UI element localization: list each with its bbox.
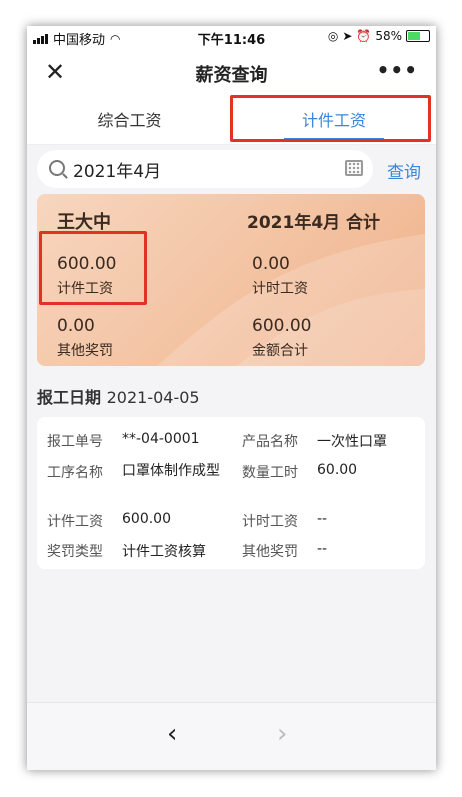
record-piecework-value: 600.00 [122, 511, 171, 527]
calendar-icon[interactable] [345, 160, 363, 176]
other-bonus-label: 其他奖罚 [57, 343, 113, 359]
quantity-hours-label: 数量工时 [242, 465, 298, 481]
search-icon [49, 160, 65, 176]
record-hourly-value: -- [317, 511, 328, 527]
product-name-value: 一次性口罩 [317, 434, 387, 450]
highlight-box-tab [230, 95, 431, 142]
quantity-hours-value: 60.00 [317, 462, 358, 478]
back-arrow-icon[interactable]: ‹ [167, 719, 177, 749]
record-other-bonus-value: -- [317, 541, 328, 557]
record-no-label: 报工单号 [47, 434, 103, 450]
record-piecework-label: 计件工资 [47, 514, 103, 530]
total-amount-value: 600.00 [252, 316, 312, 336]
record-hourly-label: 计时工资 [242, 514, 298, 530]
report-date-label: 报工日期 [37, 388, 102, 407]
forward-arrow-icon[interactable]: › [277, 719, 287, 749]
tab-comprehensive-salary[interactable]: 综合工资 [27, 98, 232, 144]
record-card[interactable]: 报工单号 **-04-0001 产品名称 一次性口罩 工序名称 口罩体制作成型 … [37, 417, 425, 569]
hourly-salary-value: 0.00 [252, 254, 290, 274]
battery-percent: 58% [375, 29, 402, 43]
bonus-type-label: 奖罚类型 [47, 544, 103, 560]
total-amount-label: 金额合计 [252, 343, 308, 359]
browser-bottom-bar: ‹ › [27, 702, 436, 770]
battery-icon [406, 30, 430, 42]
status-bar: 中国移动 ◠ 下午11:46 ◎ ➤ ⏰ 58% [27, 26, 436, 48]
report-date-heading: 报工日期 2021-04-05 [37, 384, 200, 408]
record-no-value: **-04-0001 [122, 431, 200, 447]
process-name-label: 工序名称 [47, 465, 103, 481]
query-button[interactable]: 查询 [387, 158, 421, 183]
month-input[interactable] [73, 155, 333, 183]
status-right: ◎ ➤ ⏰ 58% [328, 29, 430, 43]
page-title: 薪资查询 [195, 65, 268, 86]
rotation-lock-icon: ◎ [327, 29, 339, 43]
location-icon: ➤ [342, 29, 353, 43]
product-name-label: 产品名称 [242, 434, 298, 450]
bonus-type-value: 计件工资核算 [122, 544, 206, 560]
nav-bar: ✕ 薪资查询 ••• [27, 48, 436, 98]
report-date-value: 2021-04-05 [106, 388, 200, 407]
phone-screen: 中国移动 ◠ 下午11:46 ◎ ➤ ⏰ 58% ✕ 薪资查询 ••• 综合工资… [27, 26, 436, 770]
alarm-icon: ⏰ [356, 29, 372, 43]
hourly-salary-label: 计时工资 [252, 281, 308, 297]
highlight-box-piecework [39, 231, 147, 305]
summary-period: 2021年4月 合计 [247, 213, 381, 233]
search-bar [37, 150, 373, 188]
more-icon[interactable]: ••• [377, 58, 418, 82]
other-bonus-value: 0.00 [57, 316, 95, 336]
process-name-value: 口罩体制作成型 [122, 463, 220, 479]
record-other-bonus-label: 其他奖罚 [242, 544, 298, 560]
